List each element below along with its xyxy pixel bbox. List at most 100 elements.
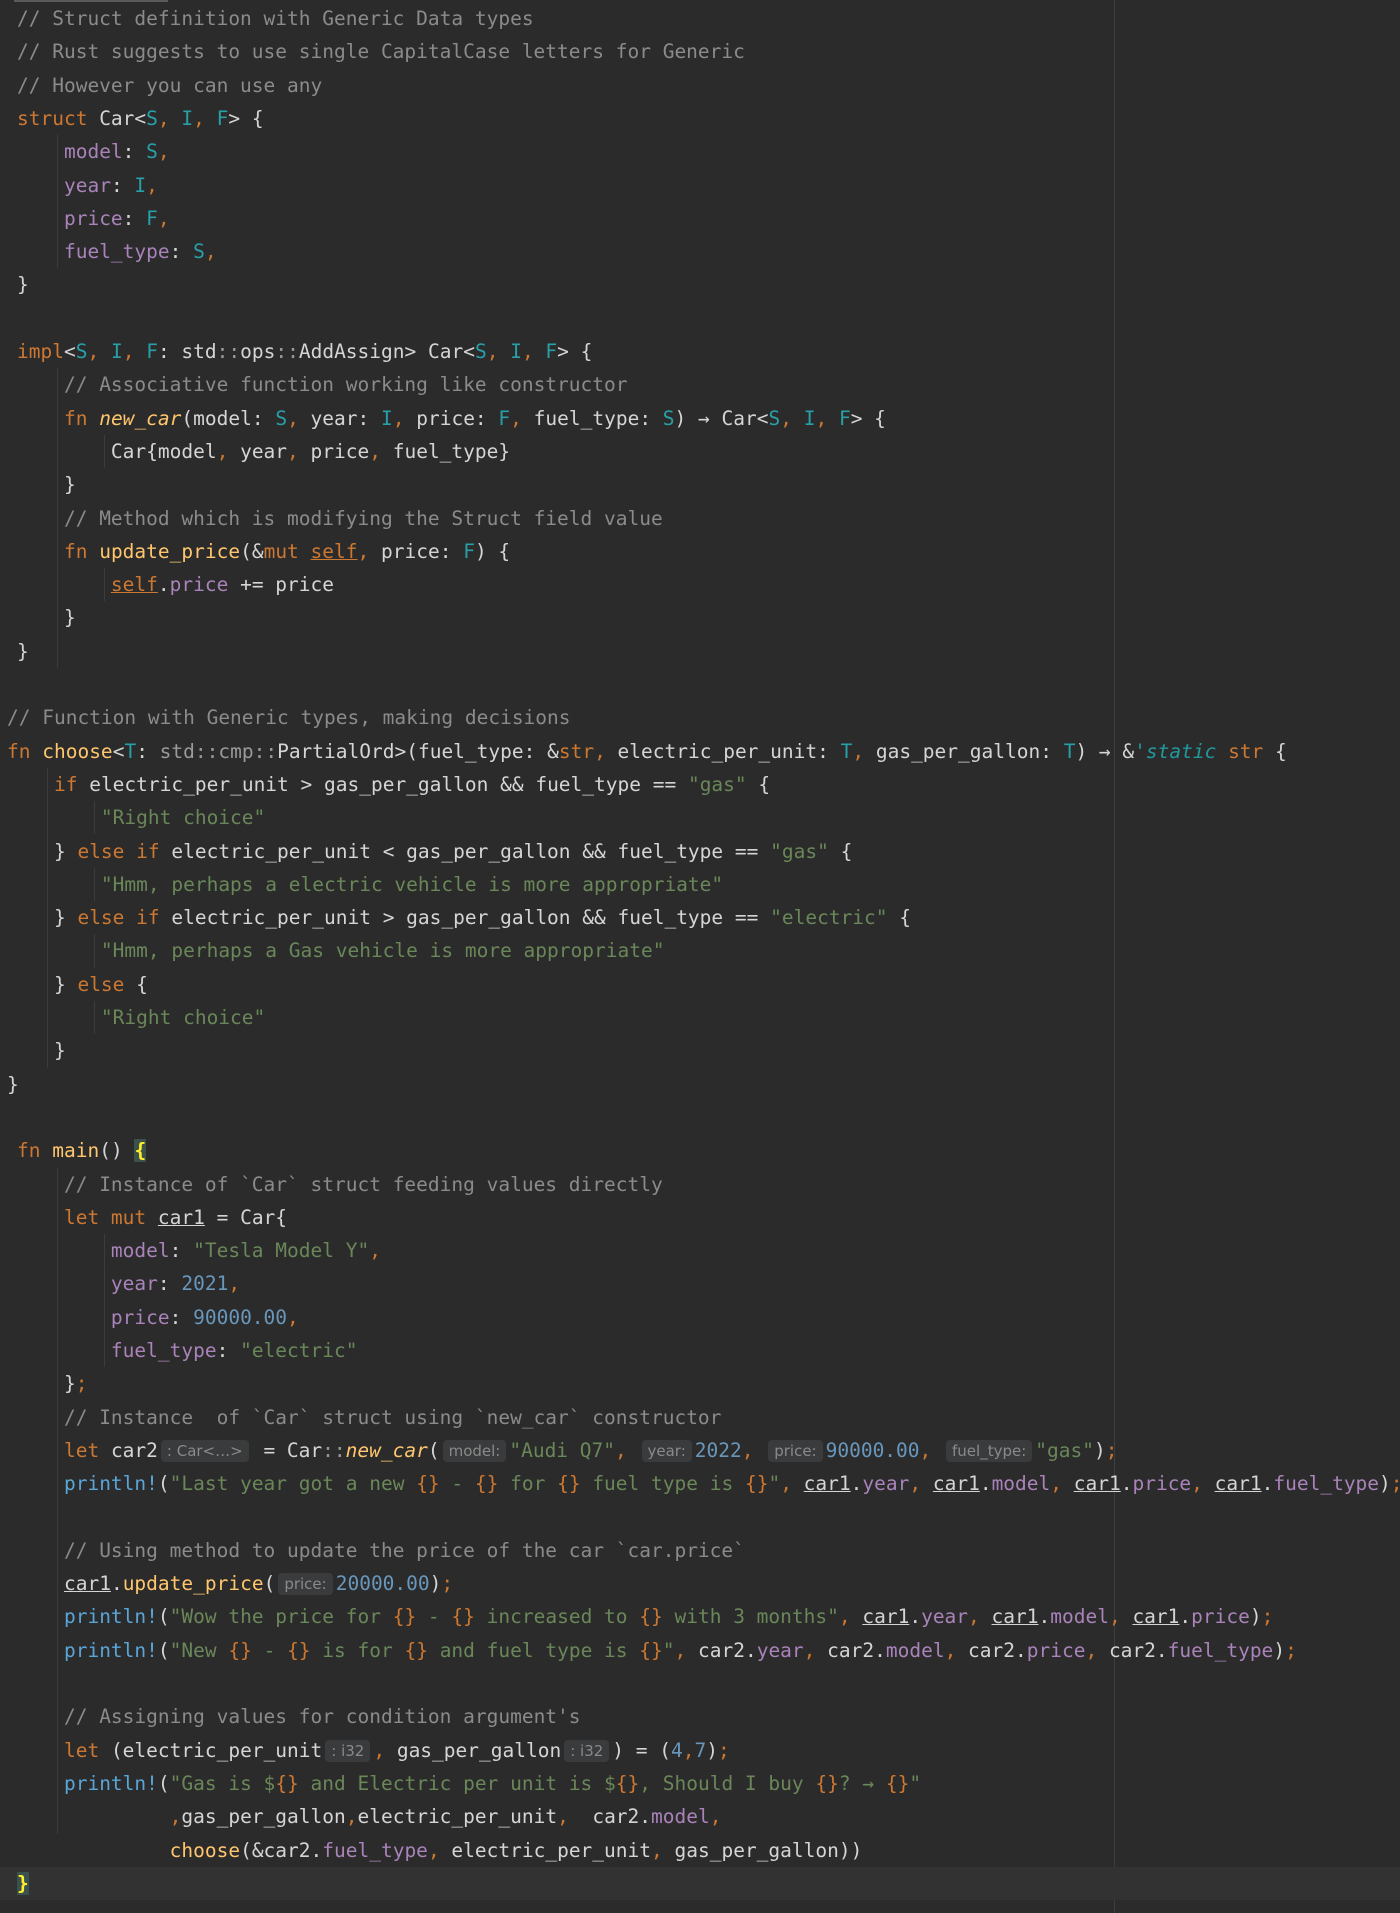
code-line-content: Car{model, year, price, fuel_type} (17, 435, 510, 468)
code-token: // Function with Generic types, making d… (7, 706, 571, 730)
code-line-content: self.price += price (17, 568, 334, 601)
code-token: // Method which is modifying the Struct … (63, 506, 663, 530)
code-token: fuel_type (1167, 1638, 1274, 1662)
code-token: : (169, 1305, 194, 1329)
code-token: , (228, 1272, 241, 1296)
code-token: } (17, 606, 76, 630)
code-token: model (63, 140, 123, 164)
code-token: choose (169, 1838, 241, 1862)
code-token: : (157, 1272, 182, 1296)
code-token: std::cmp:: (159, 739, 278, 763)
code-line-content: car1.update_price(price: 20000.00); (17, 1567, 453, 1600)
code-line-content: } else if electric_per_unit < gas_per_ga… (7, 835, 852, 868)
code-token: {} (228, 1638, 252, 1662)
code-token: } (7, 1072, 19, 1096)
code-token: , (146, 173, 158, 197)
code-token: < (112, 739, 125, 763)
code-token: , (87, 340, 111, 363)
code-token: ) (1249, 1605, 1262, 1629)
inlay-hint: model: (442, 1439, 507, 1462)
code-token: ( (157, 1605, 170, 1629)
code-line-content: struct Car<S, I, F> { (17, 102, 264, 135)
code-token: S (75, 340, 88, 363)
code-token: , (157, 106, 182, 130)
code-token: (&car2. (240, 1838, 323, 1862)
code-token: self (310, 539, 358, 563)
code-token: and fuel type is (427, 1638, 640, 1662)
code-token: , (510, 406, 534, 430)
code-token: , (287, 1305, 299, 1329)
code-line-content: fn update_price(&mut self, price: F) { (17, 535, 510, 568)
code-line-content: println!("Wow the price for {} - {} incr… (17, 1600, 1273, 1633)
code-line-content: // However you can use any (17, 69, 322, 102)
code-token: } (7, 906, 78, 930)
code-line-content: } (17, 635, 29, 668)
code-token: model (885, 1638, 945, 1662)
code-token: price (1191, 1605, 1250, 1629)
code-token: price: (416, 406, 499, 430)
code-token: 20000.00 (335, 1572, 430, 1596)
code-token: // Struct definition with Generic Data t… (17, 7, 534, 30)
code-token: " (909, 1771, 922, 1795)
code-token: . (979, 1472, 992, 1496)
code-token: . (1120, 1472, 1133, 1496)
indent-guide (57, 1167, 58, 1834)
code-line[interactable]: } (0, 1866, 1400, 1900)
code-token: ( (157, 1472, 170, 1496)
code-token: println! (63, 1472, 158, 1496)
code-token: S (768, 406, 781, 430)
code-token: {} (815, 1771, 839, 1795)
code-token: ? → (838, 1771, 886, 1795)
code-token: "New (169, 1638, 229, 1662)
code-token: for (498, 1472, 558, 1496)
code-token: else if (77, 906, 172, 930)
code-token: ( (263, 1572, 276, 1596)
code-token: , (521, 340, 546, 363)
inlay-hint: price: (278, 1573, 333, 1596)
code-token: year: (310, 406, 381, 430)
code-token: S (146, 140, 158, 164)
code-line-content: price: 90000.00, (17, 1301, 299, 1334)
code-token: "Last year got a new (169, 1472, 417, 1496)
code-token: } (7, 1039, 66, 1063)
code-line-content: model: S, (17, 135, 170, 168)
code-token: 2022 (694, 1438, 742, 1462)
code-token: S (662, 406, 675, 430)
code-token: car1 (862, 1605, 910, 1629)
code-token: gas_per_gallon: (875, 739, 1064, 763)
code-token: str (1228, 739, 1276, 763)
code-token: fn (7, 739, 43, 763)
code-token: let (63, 1438, 111, 1462)
code-token: () (99, 1139, 135, 1163)
code-token: (& (240, 539, 264, 563)
code-token: is for (310, 1638, 405, 1662)
code-token: F (838, 406, 851, 430)
code-token: "Right choice" (100, 806, 266, 830)
code-token: 90000.00 (825, 1438, 920, 1462)
code-token: , (216, 439, 241, 463)
code-token: , (651, 1838, 675, 1862)
code-token: : (110, 173, 135, 197)
code-token: : (169, 240, 194, 264)
code-token: , (741, 1438, 766, 1462)
code-token: electric_per_unit > gas_per_gallon && fu… (89, 772, 688, 796)
code-token: += price (228, 573, 335, 597)
code-token: . (1261, 1472, 1274, 1496)
code-line-content: year: 2021, (17, 1267, 240, 1300)
code-token: update_price (99, 539, 241, 563)
code-token: < (63, 340, 76, 363)
code-token: 2021 (181, 1272, 229, 1296)
code-token: I (110, 340, 123, 363)
code-line-content: "Right choice" (7, 1001, 265, 1034)
code-token: car1 (63, 1572, 111, 1596)
code-token: car2. (827, 1638, 886, 1662)
code-token: else if (77, 839, 172, 863)
indent-guide (47, 767, 48, 1068)
code-token: } (17, 639, 29, 663)
code-token: 'static (1134, 739, 1229, 763)
code-token: . (850, 1472, 863, 1496)
code-editor[interactable]: // Struct definition with Generic Data t… (0, 0, 1400, 1913)
code-token: , (709, 1805, 722, 1829)
code-token: 90000.00 (193, 1305, 288, 1329)
